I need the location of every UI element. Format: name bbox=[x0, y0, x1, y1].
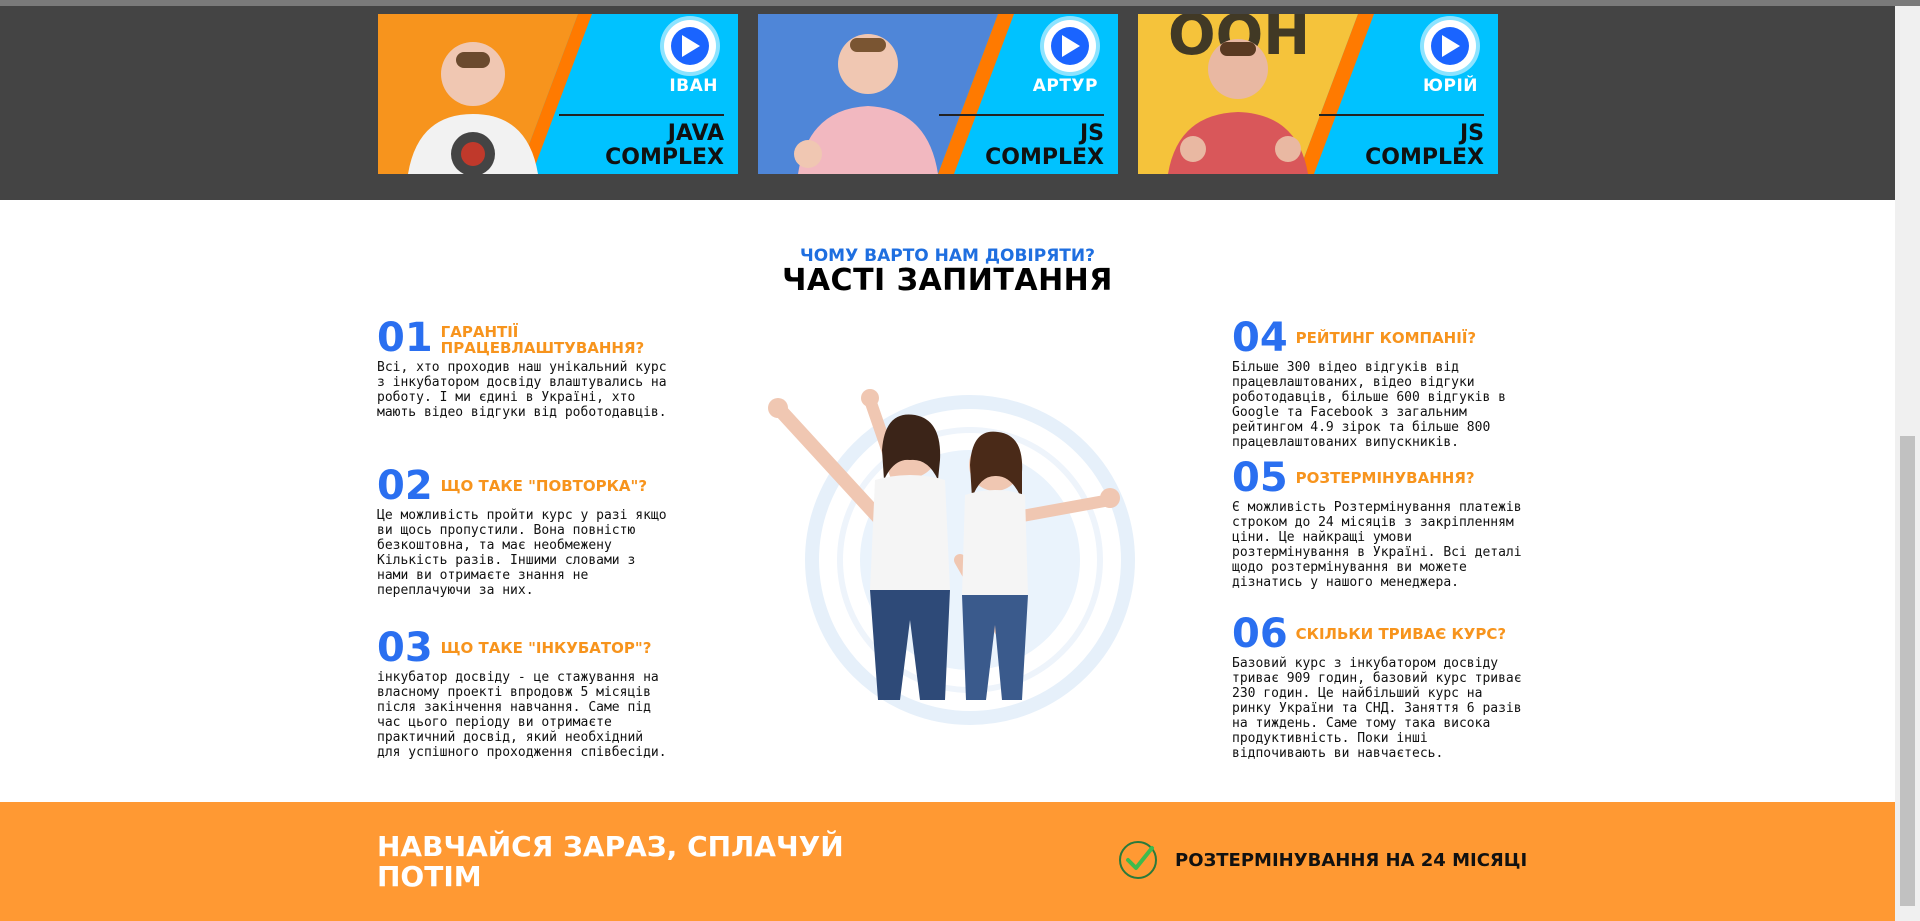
faq-question: РЕЙТИНГ КОМПАНІЇ? bbox=[1295, 329, 1477, 347]
faq-question: СКІЛЬКИ ТРИВАЄ КУРС? bbox=[1295, 625, 1507, 643]
faq-item-05: 05 РОЗТЕРМІНУВАННЯ? Є можливість Розтермі… bbox=[1232, 458, 1522, 590]
faq-item-01: 01 ГАРАНТІЇ ПРАЦЕВЛАШТУВАННЯ? Всі, хто пр… bbox=[377, 318, 667, 420]
faq-answer: Базовий курс з інкубатором досвіду трива… bbox=[1232, 656, 1522, 761]
faq-item-06: 06 СКІЛЬКИ ТРИВАЄ КУРС? Базовий курс з ін… bbox=[1232, 614, 1522, 761]
faq-question: РОЗТЕРМІНУВАННЯ? bbox=[1295, 469, 1475, 487]
video-reviews-section: ІВАН JAVACOMPLEX АРТУР JSCOMPLEX OOH bbox=[0, 6, 1895, 200]
faq-item-03: 03 ЩО ТАКЕ "ІНКУБАТОР"? інкубатор досвіду… bbox=[377, 628, 667, 760]
faq-question: ГАРАНТІЇ ПРАЦЕВЛАШТУВАННЯ? bbox=[440, 323, 645, 357]
faq-item-02: 02 ЩО ТАКЕ "ПОВТОРКА"? Це можливість прой… bbox=[377, 466, 667, 598]
video-card-artur[interactable]: АРТУР JS COMPLEX bbox=[758, 14, 1118, 174]
faq-answer: інкубатор досвіду - це стажування на вла… bbox=[377, 670, 667, 760]
faq-number: 06 bbox=[1232, 611, 1288, 657]
faq-title: ЧАСТІ ЗАПИТАННЯ bbox=[782, 263, 1113, 298]
student-name: ЮРІЙ bbox=[1423, 76, 1478, 96]
divider bbox=[1319, 114, 1484, 116]
cta-headline: НАВЧАЙСЯ ЗАРАЗ, СПЛАЧУЙ ПОТІМ bbox=[377, 830, 844, 893]
two-girls-illustration bbox=[768, 389, 1135, 725]
installment-label: РОЗТЕРМІНУВАННЯ НА 24 МІСЯЦІ bbox=[1175, 850, 1528, 871]
course-label: JAVA COMPLEX bbox=[605, 121, 724, 170]
faq-answer: Є можливість Розтермінування платежів ст… bbox=[1232, 500, 1522, 590]
faq-answer: Більше 300 відео відгуків від працевлашт… bbox=[1232, 360, 1506, 450]
divider bbox=[559, 114, 724, 116]
faq-item-04: 04 РЕЙТИНГ КОМПАНІЇ? Більше 300 відео від… bbox=[1232, 318, 1522, 450]
faq-number: 01 bbox=[377, 315, 433, 361]
faq-number: 02 bbox=[377, 463, 433, 509]
course-label: JS COMPLEX bbox=[1365, 121, 1484, 170]
faq-number: 04 bbox=[1232, 315, 1288, 361]
faq-number: 05 bbox=[1232, 455, 1288, 501]
cta-banner: НАВЧАЙСЯ ЗАРАЗ, СПЛАЧУЙ ПОТІМ РОЗТЕРМІНУ… bbox=[0, 802, 1895, 921]
scrollbar-thumb[interactable] bbox=[1900, 436, 1915, 906]
divider bbox=[939, 114, 1104, 116]
faq-answer: Це можливість пройти курс у разі якщо ви… bbox=[377, 508, 667, 598]
faq-question: ЩО ТАКЕ "ІНКУБАТОР"? bbox=[440, 639, 652, 657]
faq-question: ЩО ТАКЕ "ПОВТОРКА"? bbox=[440, 477, 648, 495]
faq-number: 03 bbox=[377, 625, 433, 671]
course-label: JS COMPLEX bbox=[985, 121, 1104, 170]
student-name: АРТУР bbox=[1032, 76, 1098, 96]
play-icon[interactable] bbox=[1424, 20, 1476, 72]
page-scrollbar[interactable] bbox=[1895, 6, 1920, 921]
video-card-ivan[interactable]: ІВАН JAVA COMPLEX bbox=[378, 14, 738, 174]
student-name: ІВАН bbox=[669, 76, 718, 96]
play-icon[interactable] bbox=[664, 20, 716, 72]
checkmark-icon bbox=[1119, 841, 1157, 879]
play-icon[interactable] bbox=[1044, 20, 1096, 72]
video-card-yurii[interactable]: OOH ЮРІЙ JSCOMPLEX bbox=[1138, 14, 1498, 174]
faq-answer: Всі, хто проходив наш унікальний курс з … bbox=[377, 360, 667, 420]
